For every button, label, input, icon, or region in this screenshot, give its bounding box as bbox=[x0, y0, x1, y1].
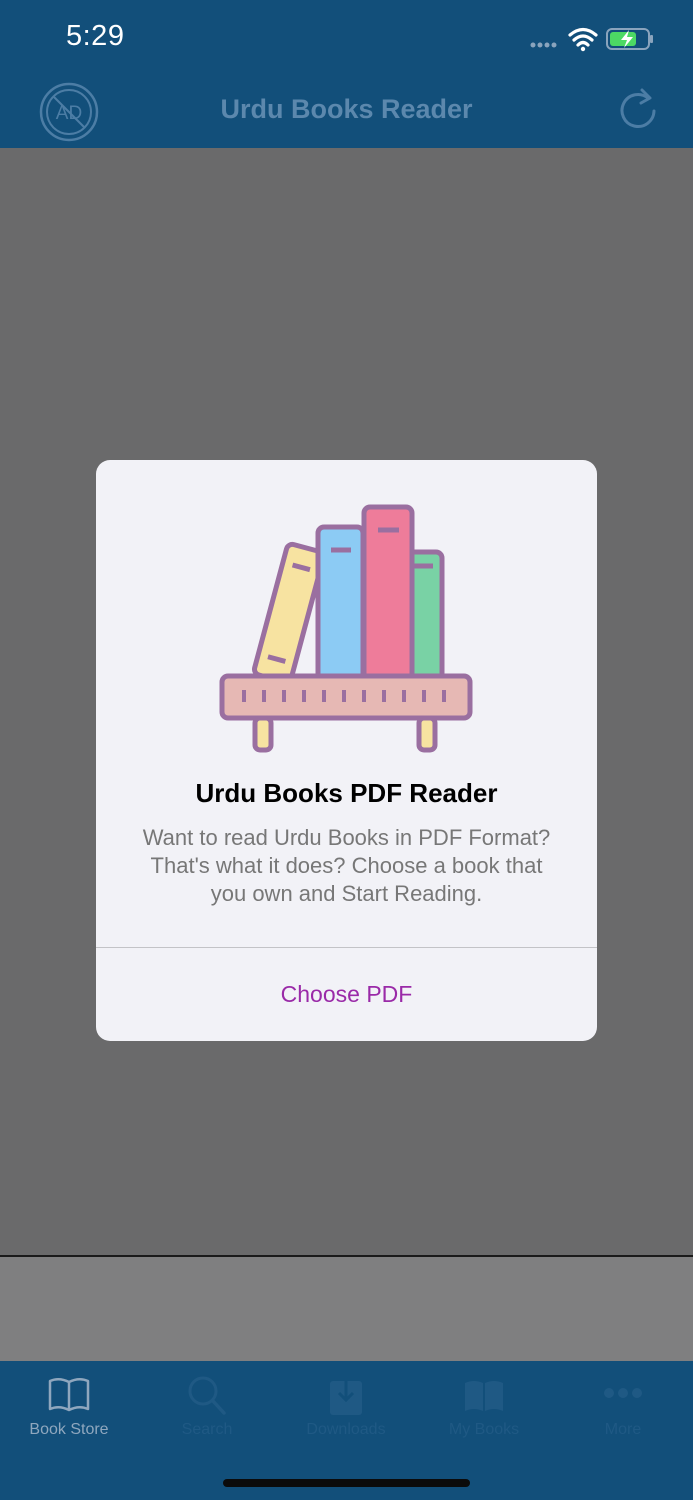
tab-my-books[interactable]: My Books bbox=[415, 1361, 553, 1451]
download-icon bbox=[330, 1375, 362, 1415]
tab-label: More bbox=[604, 1421, 642, 1438]
wifi-icon bbox=[568, 27, 598, 47]
status-bar: 5:29 bbox=[0, 0, 693, 74]
tab-label: My Books bbox=[448, 1421, 520, 1438]
tab-downloads[interactable]: Downloads bbox=[277, 1361, 415, 1451]
nav-title: Urdu Books Reader bbox=[220, 94, 473, 124]
nav-bar: AD Urdu Books Reader bbox=[0, 74, 693, 148]
bookshelf-icon bbox=[219, 504, 473, 753]
status-icons bbox=[530, 27, 653, 52]
dialog-message: Want to read Urdu Books in PDF Format? T… bbox=[142, 825, 551, 906]
ad-banner bbox=[0, 1255, 693, 1361]
books-icon bbox=[465, 1381, 503, 1411]
tab-label: Search bbox=[181, 1421, 233, 1438]
tab-label: Downloads bbox=[306, 1421, 386, 1438]
dialog-title: Urdu Books PDF Reader bbox=[195, 778, 498, 808]
battery-charging-icon bbox=[606, 28, 653, 50]
tab-more[interactable]: More bbox=[554, 1361, 692, 1451]
tab-label: Book Store bbox=[29, 1421, 109, 1438]
tab-book-store[interactable]: Book Store bbox=[0, 1361, 138, 1451]
alert-dialog: Urdu Books PDF Reader Want to read Urdu … bbox=[96, 460, 597, 1041]
choose-pdf-button[interactable]: Choose PDF bbox=[96, 948, 597, 1041]
tab-search[interactable]: Search bbox=[138, 1361, 276, 1451]
refresh-icon[interactable] bbox=[611, 84, 665, 138]
search-icon bbox=[188, 1376, 226, 1415]
status-time: 5:29 bbox=[66, 20, 125, 52]
signal-dots-icon bbox=[530, 42, 557, 48]
home-indicator bbox=[223, 1479, 470, 1487]
more-dots-icon bbox=[604, 1388, 642, 1398]
book-open-icon bbox=[48, 1378, 90, 1412]
